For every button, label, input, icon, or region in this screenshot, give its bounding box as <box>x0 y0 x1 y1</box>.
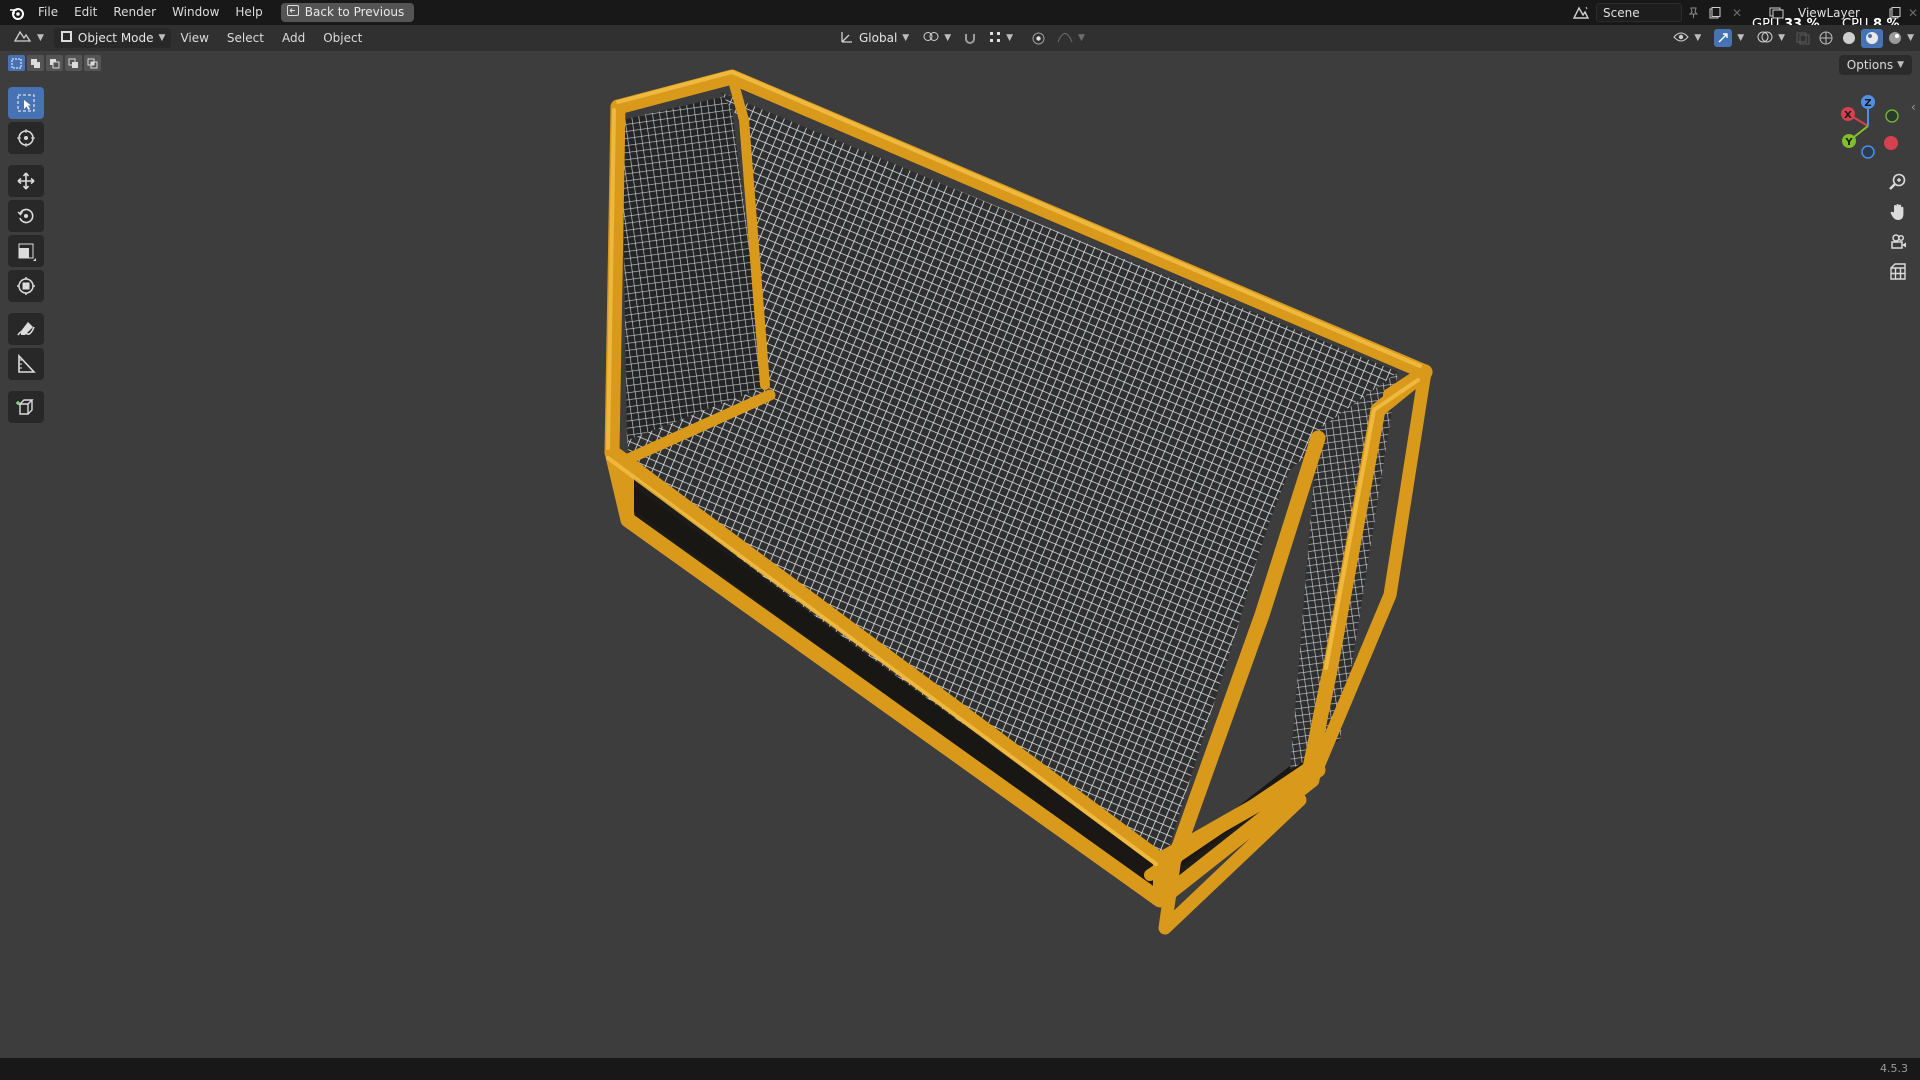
menu-help[interactable]: Help <box>227 0 270 25</box>
gizmo-dropdown[interactable]: ▼ <box>1708 28 1750 48</box>
menu-view[interactable]: View <box>171 31 217 45</box>
select-subtract-icon[interactable] <box>46 55 63 71</box>
blender-logo-icon[interactable] <box>4 0 30 25</box>
select-box-icon[interactable] <box>8 87 44 119</box>
selection-mode-buttons <box>8 55 101 71</box>
move-icon[interactable] <box>8 165 44 197</box>
wireframe-shading-icon[interactable] <box>1815 29 1837 48</box>
cursor-icon[interactable] <box>8 122 44 154</box>
gizmo-neg-x[interactable] <box>1884 136 1898 150</box>
eye-icon <box>1673 31 1689 46</box>
gizmo-x-label: X <box>1844 110 1852 121</box>
top-menu-bar: File Edit Render Window Help Back to Pre… <box>0 0 1920 25</box>
xray-toggle-icon[interactable] <box>1792 29 1814 48</box>
toolbar-gap <box>8 383 46 391</box>
snap-toggle-icon[interactable] <box>959 29 981 48</box>
menu-file[interactable]: File <box>30 0 66 25</box>
menu-window[interactable]: Window <box>164 0 227 25</box>
pivot-point-dropdown[interactable]: ▼ <box>917 28 957 48</box>
mode-dropdown[interactable]: Object Mode ▼ <box>53 28 172 48</box>
chevron-down-icon: ▼ <box>902 33 910 43</box>
menu-render[interactable]: Render <box>105 0 164 25</box>
chevron-down-icon: ▼ <box>1897 60 1904 70</box>
gizmo-y-label: Y <box>1844 137 1853 148</box>
gizmo-toggle-icon <box>1714 29 1733 47</box>
back-to-previous-label: Back to Previous <box>304 5 405 19</box>
pivot-icon <box>923 30 939 46</box>
select-extend-icon[interactable] <box>27 55 44 71</box>
mode-label: Object Mode <box>77 31 154 45</box>
menu-edit[interactable]: Edit <box>66 0 105 25</box>
chevron-down-icon: ▼ <box>1694 33 1702 43</box>
editor-type-dropdown[interactable]: ▼ <box>8 28 50 48</box>
chevron-down-icon[interactable]: ▼ <box>1907 33 1914 43</box>
toolbar-gap <box>8 157 46 165</box>
transform-controls: Global ▼ ▼ ▼ ▼ <box>834 28 1091 48</box>
gizmo-neg-z[interactable] <box>1861 145 1875 159</box>
overlays-dropdown[interactable]: ▼ <box>1751 28 1791 48</box>
falloff-icon <box>1057 31 1073 46</box>
proportional-editing-icon[interactable] <box>1027 29 1049 48</box>
camera-view-icon[interactable] <box>1883 228 1913 256</box>
chevron-down-icon: ▼ <box>1006 33 1014 43</box>
back-to-previous-button[interactable]: Back to Previous <box>280 3 415 22</box>
select-intersect-icon[interactable] <box>84 55 101 71</box>
chevron-down-icon: ▼ <box>1737 33 1745 43</box>
rendered-shading-icon[interactable] <box>1884 29 1906 48</box>
pan-hand-icon[interactable] <box>1883 198 1913 226</box>
ortho-grid-icon[interactable] <box>1883 258 1913 286</box>
menu-object[interactable]: Object <box>314 31 371 45</box>
visibility-dropdown[interactable]: ▼ <box>1667 28 1707 48</box>
orientation-icon <box>840 30 854 46</box>
scene-name: Scene <box>1603 5 1640 20</box>
falloff-dropdown[interactable]: ▼ <box>1051 28 1091 48</box>
options-label: Options <box>1846 58 1894 72</box>
chevron-down-icon: ▼ <box>1078 33 1085 43</box>
tool-shelf <box>8 87 46 426</box>
select-new-icon[interactable] <box>8 55 25 71</box>
transform-orientation-dropdown[interactable]: Global ▼ <box>834 28 915 48</box>
scene-pin-icon[interactable] <box>1682 3 1704 22</box>
toolbar-gap <box>8 305 46 313</box>
zoom-icon[interactable] <box>1883 168 1913 196</box>
delete-scene-icon[interactable]: ✕ <box>1726 3 1748 22</box>
solid-shading-icon[interactable] <box>1838 29 1860 48</box>
gizmo-z-label: Z <box>1864 98 1871 109</box>
overlays-icon <box>1757 30 1773 47</box>
back-icon <box>286 3 299 22</box>
select-invert-icon[interactable] <box>65 55 82 71</box>
version-label: 4.5.3 <box>1880 1062 1908 1075</box>
object-mode-icon <box>60 30 73 46</box>
editor-type-icon <box>13 30 32 46</box>
viewport-shading-controls: ▼ ▼ ▼ ▼ <box>1667 28 1914 48</box>
scale-icon[interactable] <box>8 235 44 267</box>
gizmo-neg-y[interactable] <box>1885 109 1899 123</box>
snap-grid-icon <box>989 31 1001 46</box>
add-cube-icon[interactable] <box>8 391 44 423</box>
hockey-goal-model[interactable] <box>0 51 1920 1058</box>
options-dropdown[interactable]: Options ▼ <box>1838 55 1912 75</box>
navigation-gizmo[interactable]: X Z Y <box>1820 88 1910 168</box>
material-shading-icon[interactable] <box>1861 28 1884 48</box>
chevron-down-icon: ▼ <box>37 33 44 43</box>
menu-add[interactable]: Add <box>273 31 314 45</box>
measure-icon[interactable] <box>8 348 44 380</box>
chevron-down-icon: ▼ <box>1778 33 1786 43</box>
annotate-icon[interactable] <box>8 313 44 345</box>
sidebar-toggle-icon[interactable]: ‹ <box>1911 100 1916 114</box>
delete-view-layer-icon[interactable]: ✕ <box>1906 3 1920 22</box>
snap-target-dropdown[interactable]: ▼ <box>983 28 1019 48</box>
scene-name-field[interactable]: Scene <box>1596 3 1682 22</box>
transform-icon[interactable] <box>8 270 44 302</box>
orientation-label: Global <box>859 31 898 45</box>
rotate-icon[interactable] <box>8 200 44 232</box>
new-scene-icon[interactable] <box>1704 3 1726 22</box>
scene-browse-icon[interactable] <box>1566 3 1596 22</box>
chevron-down-icon: ▼ <box>158 33 166 43</box>
menu-select[interactable]: Select <box>218 31 273 45</box>
viewport-header: ▼ Object Mode ▼ View Select Add Object G… <box>0 25 1920 51</box>
status-bar: 4.5.3 <box>0 1058 1920 1080</box>
chevron-down-icon: ▼ <box>944 33 952 43</box>
